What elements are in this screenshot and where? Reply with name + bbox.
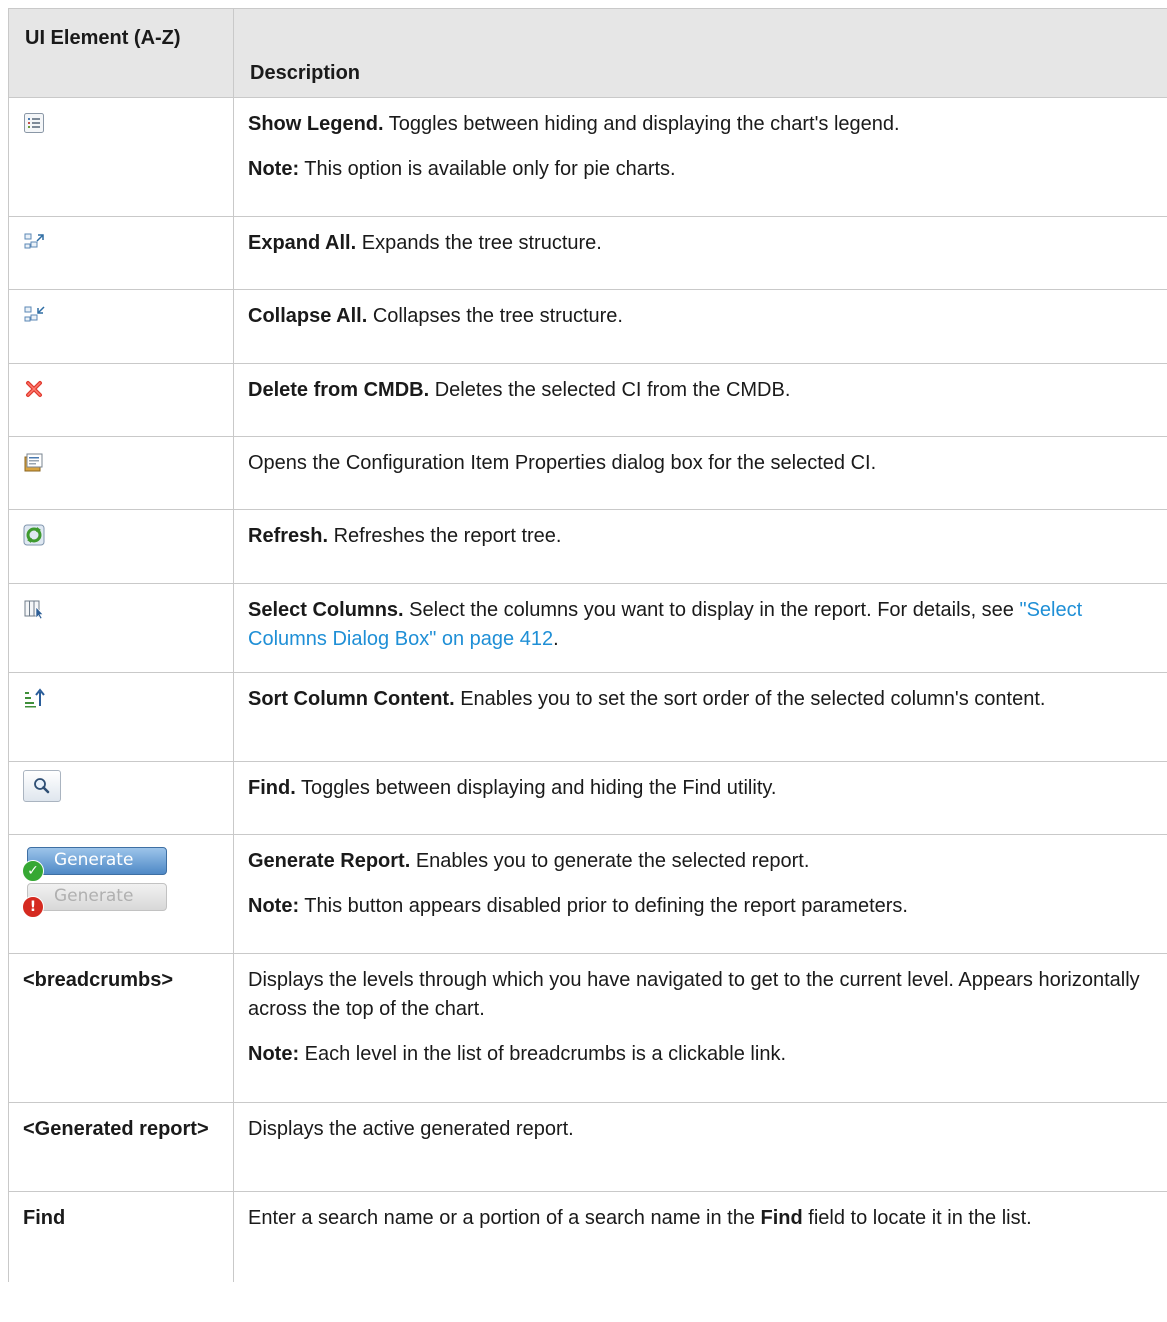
properties-icon [23, 451, 45, 473]
table-row: Select Columns. Select the columns you w… [8, 583, 1167, 673]
element-name: <Generated report> [23, 1118, 209, 1140]
column-header-ui-element: UI Element (A-Z) [8, 8, 234, 98]
table-row: Show Legend. Toggles between hiding and … [8, 97, 1167, 217]
table-row: Collapse All. Collapses the tree structu… [8, 289, 1167, 364]
table-row: <breadcrumbs> Displays the levels throug… [8, 953, 1167, 1103]
description: Sort Column Content. Enables you to set … [248, 688, 1046, 710]
description: Find. Toggles between displaying and hid… [248, 777, 777, 799]
description: Delete from CMDB. Deletes the selected C… [248, 379, 791, 401]
sort-icon [23, 687, 45, 709]
generate-button-disabled: Generate ! [22, 883, 167, 918]
table-row: Opens the Configuration Item Properties … [8, 436, 1167, 510]
table-row: Sort Column Content. Enables you to set … [8, 672, 1167, 762]
checkmark-icon: ✓ [22, 860, 44, 882]
select-columns-icon [23, 598, 45, 620]
description: Opens the Configuration Item Properties … [248, 452, 877, 474]
table-row: Refresh. Refreshes the report tree. [8, 509, 1167, 584]
note: Note: This button appears disabled prior… [248, 895, 908, 917]
expand-all-icon [23, 231, 45, 253]
find-icon [23, 770, 61, 802]
table-row: Find. Toggles between displaying and hid… [8, 761, 1167, 835]
element-name: Find [23, 1207, 66, 1229]
description: Generate Report. Enables you to generate… [248, 850, 810, 872]
show-legend-icon [23, 112, 45, 134]
table-header-row: UI Element (A-Z) Description [8, 8, 1167, 98]
error-icon: ! [22, 896, 44, 918]
table-row: <Generated report> Displays the active g… [8, 1102, 1167, 1192]
note: Note: Each level in the list of breadcru… [248, 1043, 786, 1065]
table-row: Expand All. Expands the tree structure. [8, 216, 1167, 290]
note: Note: This option is available only for … [248, 158, 676, 180]
table-row: Generate ✓ Generate ! Generate Report. E… [8, 834, 1167, 954]
description: Select Columns. Select the columns you w… [248, 599, 1083, 650]
delete-icon [23, 378, 45, 400]
table-row: Delete from CMDB. Deletes the selected C… [8, 363, 1167, 437]
collapse-all-icon [23, 304, 45, 326]
element-name: <breadcrumbs> [23, 969, 174, 991]
refresh-icon [23, 524, 45, 546]
description: Refresh. Refreshes the report tree. [248, 525, 562, 547]
description: Expand All. Expands the tree structure. [248, 232, 602, 254]
description: Displays the active generated report. [248, 1118, 574, 1140]
column-header-description: Description [233, 8, 1167, 98]
description: Show Legend. Toggles between hiding and … [248, 113, 900, 135]
description: Collapse All. Collapses the tree structu… [248, 305, 623, 327]
ui-elements-table: UI Element (A-Z) Description Show Legend… [8, 8, 1167, 1282]
table-row: Find Enter a search name or a portion of… [8, 1191, 1167, 1282]
description: Displays the levels through which you ha… [248, 969, 1140, 1020]
generate-button-enabled: Generate ✓ [22, 847, 167, 882]
description: Enter a search name or a portion of a se… [248, 1207, 1032, 1229]
